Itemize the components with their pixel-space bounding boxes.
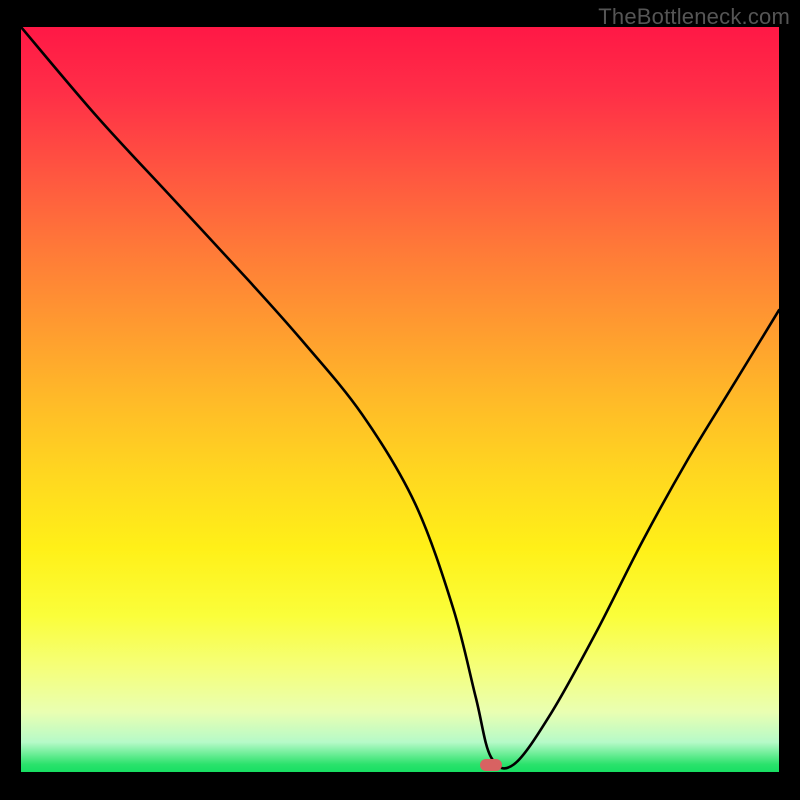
- watermark-label: TheBottleneck.com: [598, 4, 790, 30]
- optimal-point-marker: [480, 759, 502, 771]
- chart-frame: TheBottleneck.com: [0, 0, 800, 800]
- plot-area: [21, 27, 779, 772]
- bottleneck-curve: [21, 27, 779, 772]
